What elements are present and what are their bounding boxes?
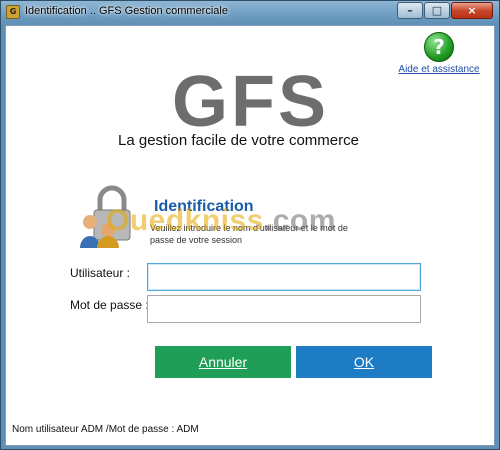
window-title: Identification .. GFS Gestion commercial… [25,5,228,17]
cancel-button[interactable]: Annuler [155,346,291,378]
password-input[interactable] [147,295,421,323]
users-lock-icon [80,185,131,248]
gfs-app-icon[interactable]: G [6,5,20,19]
gfs-logo: GFS [172,62,330,142]
help-link-group[interactable]: ? Aide et assistance [394,32,484,75]
close-icon: × [467,4,477,17]
minimize-button[interactable]: – [397,2,423,19]
title-bar[interactable]: G Identification .. GFS Gestion commerci… [1,1,499,25]
user-label: Utilisateur : [70,266,131,280]
ok-button[interactable]: OK [296,346,432,378]
user-input[interactable] [147,263,421,291]
window-controls: – □ × [396,2,493,19]
tagline: La gestion facile de votre commerce [118,132,359,149]
dialog-body: ? Aide et assistance GFS La gestion faci… [5,25,495,446]
login-window: G Identification .. GFS Gestion commerci… [0,0,500,450]
maximize-button[interactable]: □ [424,2,450,19]
password-label: Mot de passe : [70,298,149,312]
minimize-icon: – [407,4,413,17]
identification-description: Veuillez introduire le nom d'utilisateur… [150,223,348,245]
help-link[interactable]: Aide et assistance [394,64,484,75]
close-button[interactable]: × [451,2,493,19]
credentials-hint: Nom utilisateur ADM /Mot de passe : ADM [12,424,199,435]
identification-title: Identification [154,198,254,215]
help-question-icon[interactable]: ? [424,32,454,62]
maximize-icon: □ [431,4,443,17]
